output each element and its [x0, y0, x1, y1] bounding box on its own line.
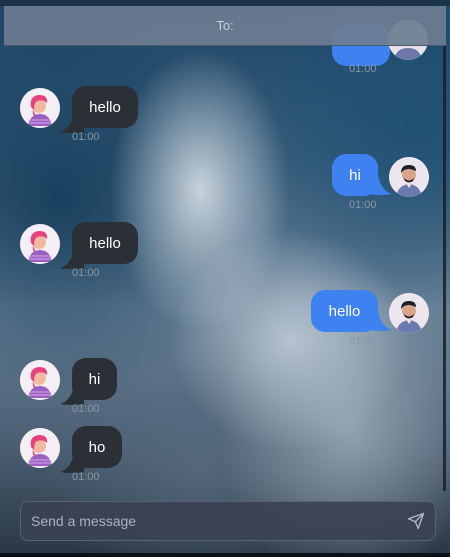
- send-button[interactable]: [405, 510, 427, 532]
- send-icon: [407, 512, 425, 530]
- message-bubble: hi: [72, 358, 117, 400]
- contact-avatar: [20, 224, 60, 264]
- message-timestamp: 01:00: [72, 131, 100, 143]
- chat-window: To: 01:00 hello 01:00 hi 01:00 hello 01:…: [4, 6, 446, 553]
- message-timestamp: 01:00: [349, 63, 377, 75]
- user-avatar: [389, 293, 429, 333]
- recipient-header[interactable]: To:: [4, 6, 446, 46]
- message-timestamp: 01:00: [72, 267, 100, 279]
- message-text: hello: [89, 98, 121, 116]
- message-text: ho: [88, 438, 106, 456]
- message-text: hello: [328, 302, 361, 320]
- message-text: hello: [89, 234, 121, 252]
- contact-avatar: [20, 428, 60, 468]
- message-input[interactable]: [21, 502, 401, 540]
- user-avatar: [389, 157, 429, 197]
- contact-avatar: [20, 360, 60, 400]
- message-timestamp: 01:00: [349, 335, 377, 347]
- message-composer: [20, 501, 436, 541]
- message-timestamp: 01:00: [72, 403, 100, 415]
- contact-avatar: [20, 88, 60, 128]
- message-text: hi: [349, 166, 361, 184]
- window-bottom-strip: [0, 553, 450, 557]
- message-bubble: hi: [332, 154, 378, 196]
- message-timestamp: 01:00: [72, 471, 100, 483]
- message-bubble: hello: [72, 222, 138, 264]
- to-label: To:: [216, 18, 234, 33]
- message-bubble: hello: [72, 86, 138, 128]
- scrollbar[interactable]: [443, 46, 446, 491]
- message-timestamp: 01:00: [349, 199, 377, 211]
- message-text: hi: [88, 370, 101, 388]
- message-bubble: ho: [72, 426, 122, 468]
- message-bubble: hello: [311, 290, 378, 332]
